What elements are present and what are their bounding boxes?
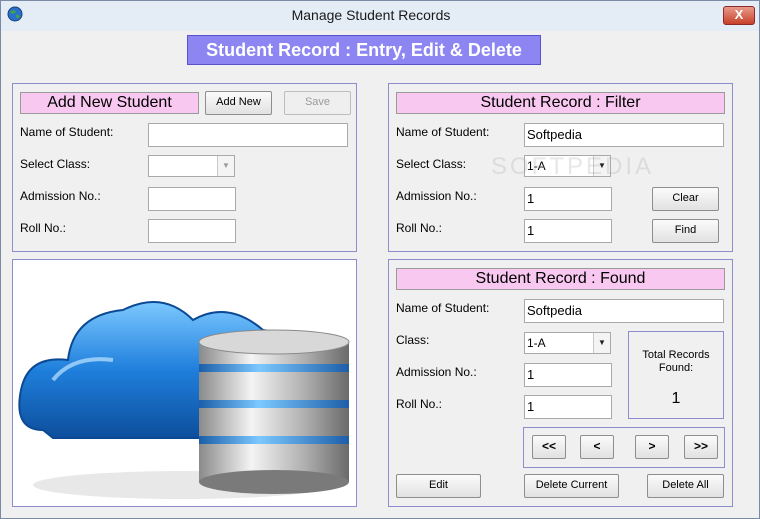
filter-panel: Student Record : Filter Name of Student:… [388, 83, 733, 252]
found-name-label: Name of Student: [396, 301, 490, 315]
save-button[interactable]: Save [284, 91, 351, 115]
total-records-value: 1 [671, 390, 681, 407]
window-title: Manage Student Records [291, 7, 451, 23]
found-class-value: 1-A [527, 336, 546, 350]
filter-class-value: 1-A [527, 159, 546, 173]
filter-roll-input[interactable]: 1 [524, 219, 612, 243]
found-roll-field[interactable]: 1 [524, 395, 612, 419]
add-name-input[interactable] [148, 123, 348, 147]
last-record-button[interactable]: >> [684, 435, 718, 459]
add-roll-input[interactable] [148, 219, 236, 243]
total-records-label: Total Records Found: [642, 349, 710, 374]
clear-button[interactable]: Clear [652, 187, 719, 211]
previous-record-button[interactable]: < [580, 435, 614, 459]
filter-name-label: Name of Student: [396, 125, 490, 139]
first-record-button[interactable]: << [532, 435, 566, 459]
page-title: Student Record : Entry, Edit & Delete [187, 35, 541, 65]
found-admission-label: Admission No.: [396, 365, 477, 379]
next-record-button[interactable]: > [635, 435, 669, 459]
add-admission-input[interactable] [148, 187, 236, 211]
dropdown-arrow-icon[interactable]: ▼ [217, 156, 234, 176]
found-class-select[interactable]: 1-A ▼ [524, 332, 611, 354]
filter-roll-label: Roll No.: [396, 221, 443, 235]
add-new-button[interactable]: Add New [205, 91, 272, 115]
found-name-field[interactable]: Softpedia [524, 299, 724, 323]
add-admission-label: Admission No.: [20, 189, 101, 203]
delete-all-button[interactable]: Delete All [647, 474, 724, 498]
find-button[interactable]: Find [652, 219, 719, 243]
add-student-panel: Add New Student Add New Save Name of Stu… [12, 83, 357, 252]
found-class-label: Class: [396, 333, 430, 347]
filter-panel-title: Student Record : Filter [396, 92, 725, 114]
close-button[interactable]: X [723, 6, 755, 25]
edit-button[interactable]: Edit [396, 474, 481, 498]
filter-admission-input[interactable]: 1 [524, 187, 612, 211]
illustration-frame [12, 259, 357, 507]
add-name-label: Name of Student: [20, 125, 114, 139]
delete-current-button[interactable]: Delete Current [524, 474, 619, 498]
add-class-select[interactable]: ▼ [148, 155, 235, 177]
record-navigation: << < > >> [523, 427, 725, 468]
filter-admission-label: Admission No.: [396, 189, 477, 203]
found-panel-title: Student Record : Found [396, 268, 725, 290]
add-panel-title: Add New Student [20, 92, 199, 114]
dropdown-arrow-icon[interactable]: ▼ [593, 156, 610, 176]
main-window: Manage Student Records X Student Record … [0, 0, 760, 519]
filter-name-input[interactable]: Softpedia [524, 123, 724, 147]
title-bar[interactable]: Manage Student Records X [1, 1, 759, 31]
found-admission-field[interactable]: 1 [524, 363, 612, 387]
found-roll-label: Roll No.: [396, 397, 443, 411]
cloud-database-icon [18, 301, 350, 499]
add-roll-label: Roll No.: [20, 221, 67, 235]
add-class-label: Select Class: [20, 157, 91, 171]
filter-class-label: Select Class: [396, 157, 467, 171]
dropdown-arrow-icon[interactable]: ▼ [593, 333, 610, 353]
total-records-box: Total Records Found: 1 [628, 331, 724, 419]
filter-class-select[interactable]: 1-A ▼ [524, 155, 611, 177]
